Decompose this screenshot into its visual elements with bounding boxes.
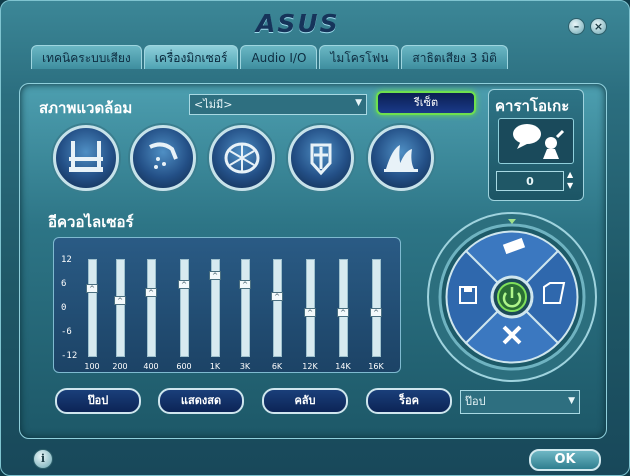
preset-select-value: ป๊อป xyxy=(465,395,486,408)
tab-sound-effects[interactable]: เทคนิคระบบเสียง xyxy=(31,45,142,69)
shower-icon xyxy=(149,142,178,169)
eq-slider-thumb[interactable]: ^ xyxy=(271,291,283,301)
env-bath-button[interactable] xyxy=(53,125,119,191)
karaoke-icon-box xyxy=(498,118,574,164)
environment-title: สภาพแวดล้อม xyxy=(39,99,133,117)
eq-tick-label: -6 xyxy=(61,327,72,337)
env-opera-house-button[interactable] xyxy=(368,125,434,191)
eq-band-label: 16K xyxy=(368,362,384,371)
equalizer-title: อีควอไลเซอร์ xyxy=(48,213,134,231)
eq-band-label: 1K xyxy=(209,362,221,371)
tab-3d-demo[interactable]: สาธิตเสียง 3 มิติ xyxy=(401,45,508,69)
tab-audio-io[interactable]: Audio I/O xyxy=(240,45,318,69)
info-button[interactable]: i xyxy=(33,449,53,469)
tab-mixer[interactable]: เครื่องมิกเซอร์ xyxy=(143,45,239,69)
eq-tick-label: -12 xyxy=(61,351,78,361)
karaoke-title: คาราโอเกะ xyxy=(495,97,570,115)
eq-tick-label: 0 xyxy=(61,303,67,313)
bath-icon xyxy=(69,141,103,172)
preset-club-button[interactable]: คลับ xyxy=(262,388,348,414)
eq-slider-track[interactable] xyxy=(241,259,250,357)
ok-button[interactable]: OK xyxy=(529,449,601,471)
eq-slider-track[interactable] xyxy=(88,259,97,357)
control-dial xyxy=(426,211,598,383)
opera-house-icon xyxy=(384,145,418,172)
eq-slider-track[interactable] xyxy=(147,259,156,357)
equalizer-box xyxy=(53,237,401,373)
close-button[interactable]: × xyxy=(590,18,607,35)
app-window: ASUS – × เทคนิคระบบเสียง เครื่องมิกเซอร์… xyxy=(0,0,630,476)
preset-live-button[interactable]: แสดงสด xyxy=(158,388,244,414)
preset-rock-button[interactable]: ร็อค xyxy=(366,388,452,414)
chevron-down-icon: ▼ xyxy=(355,98,362,108)
eq-slider-thumb[interactable]: ^ xyxy=(114,295,126,305)
colosseum-icon xyxy=(310,143,332,176)
eq-slider-thumb[interactable]: ^ xyxy=(370,308,382,318)
eq-band-label: 400 xyxy=(143,362,159,371)
eq-band-label: 12K xyxy=(302,362,318,371)
eq-band-label: 100 xyxy=(84,362,100,371)
env-colosseum-button[interactable] xyxy=(288,125,354,191)
eq-slider-thumb[interactable]: ^ xyxy=(86,283,98,293)
eq-slider-thumb[interactable]: ^ xyxy=(209,271,221,281)
eq-slider-thumb[interactable]: ^ xyxy=(239,279,251,289)
karaoke-icon xyxy=(513,124,565,159)
environment-select-value: <ไม่มี> xyxy=(194,98,233,111)
eq-band-label: 14K xyxy=(335,362,351,371)
stadium-icon xyxy=(224,142,260,174)
minimize-button[interactable]: – xyxy=(568,18,585,35)
eq-slider-track[interactable] xyxy=(116,259,125,357)
karaoke-key-value[interactable]: 0 xyxy=(496,171,564,191)
eq-tick-label: 12 xyxy=(61,255,72,265)
eq-tick-label: 6 xyxy=(61,279,67,289)
spinner-up-icon[interactable]: ▲ xyxy=(567,169,573,180)
preset-pop-button[interactable]: ป๊อป xyxy=(55,388,141,414)
eq-slider-thumb[interactable]: ^ xyxy=(304,308,316,318)
environment-select[interactable]: <ไม่มี> ▼ xyxy=(189,94,367,115)
eq-slider-thumb[interactable]: ^ xyxy=(337,308,349,318)
env-stadium-button[interactable] xyxy=(209,125,275,191)
tab-bar: เทคนิคระบบเสียง เครื่องมิกเซอร์ Audio I/… xyxy=(31,45,510,69)
eq-slider-track[interactable] xyxy=(180,259,189,357)
eq-band-label: 600 xyxy=(176,362,192,371)
eq-slider-thumb[interactable]: ^ xyxy=(145,287,157,297)
eq-band-label: 6K xyxy=(271,362,283,371)
tab-microphone[interactable]: ไมโครโฟน xyxy=(319,45,400,69)
chevron-down-icon: ▼ xyxy=(568,396,575,406)
eq-band-label: 200 xyxy=(112,362,128,371)
preset-select[interactable]: ป๊อป ▼ xyxy=(460,390,580,414)
eq-slider-track[interactable] xyxy=(273,259,282,357)
karaoke-spinner[interactable]: ▲ ▼ xyxy=(567,169,573,191)
env-shower-button[interactable] xyxy=(130,125,196,191)
eq-band-label: 3K xyxy=(239,362,251,371)
reset-button[interactable]: รีเซ็ต xyxy=(376,91,476,115)
spinner-down-icon[interactable]: ▼ xyxy=(567,180,573,191)
eq-slider-thumb[interactable]: ^ xyxy=(178,279,190,289)
asus-logo: ASUS xyxy=(256,9,340,38)
